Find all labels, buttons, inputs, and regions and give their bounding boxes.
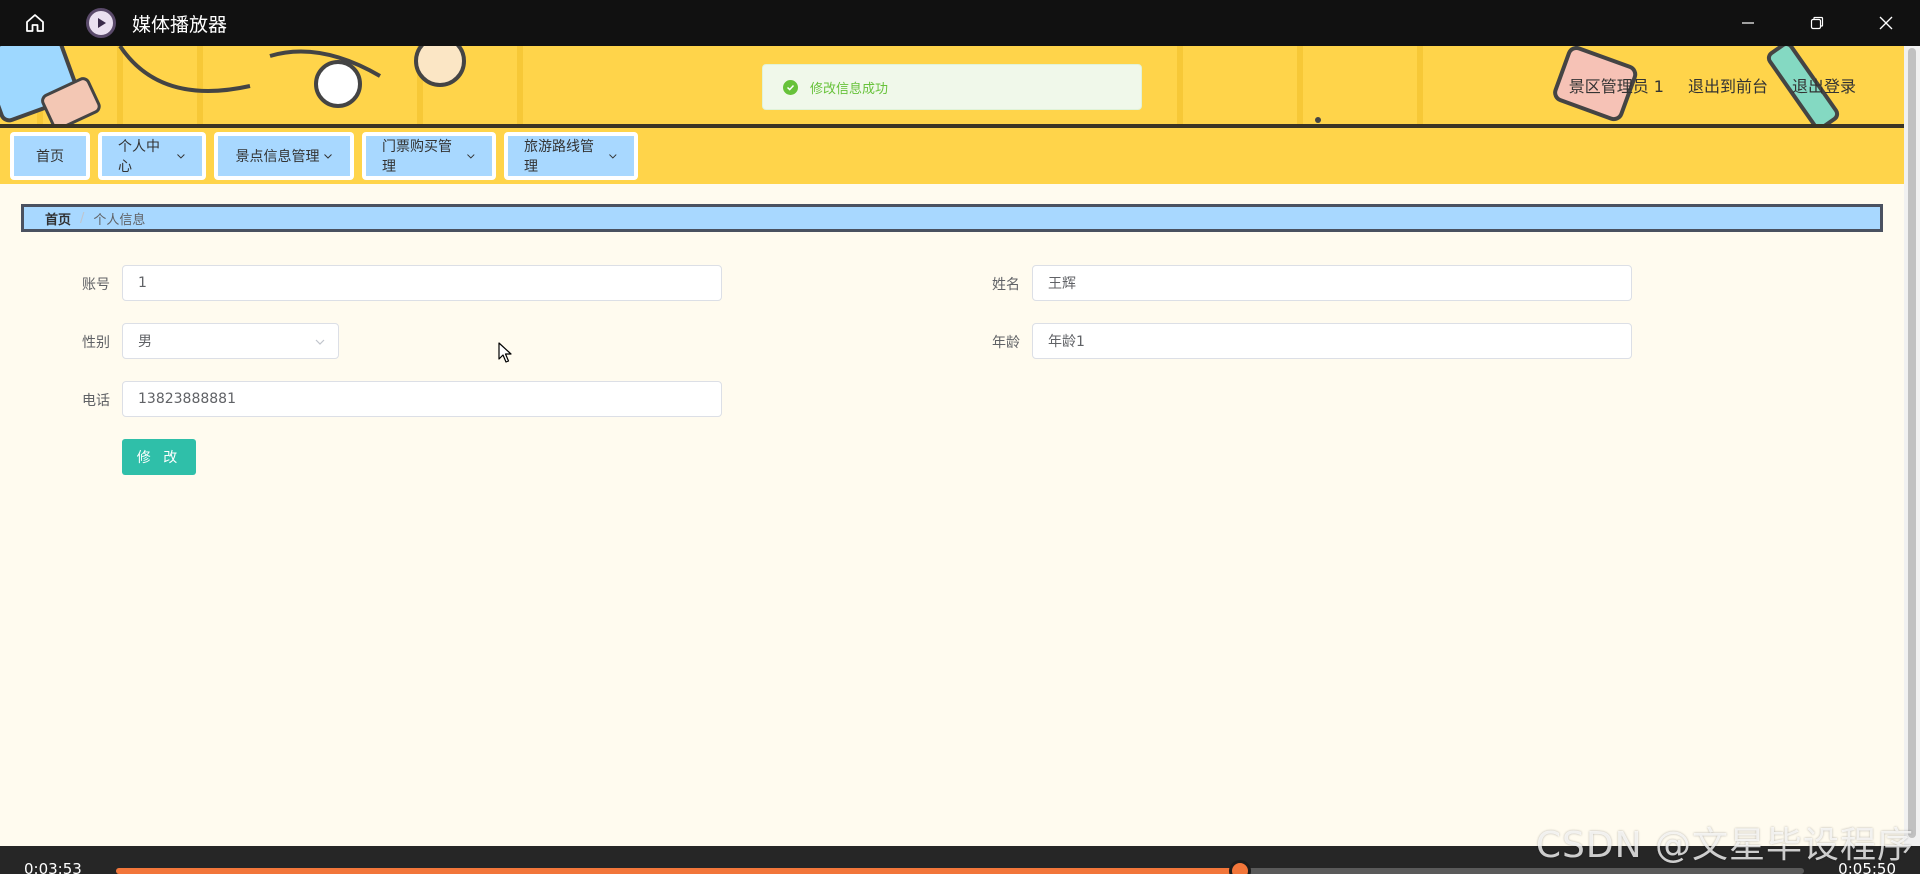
nav-item-personal-center[interactable]: 个人中心: [98, 132, 206, 180]
account-field[interactable]: 1: [122, 265, 722, 301]
nav-item-label: 景点信息管理: [235, 149, 320, 165]
success-toast: 修改信息成功: [762, 64, 1142, 110]
name-value: 王辉: [1048, 276, 1076, 292]
chevron-down-icon: [315, 339, 325, 345]
window-titlebar: 媒体播放器: [0, 0, 1920, 46]
csdn-watermark: CSDN @文星毕设程序: [1535, 825, 1914, 866]
chevron-down-icon: [177, 154, 185, 159]
back-to-front-link[interactable]: 退出到前台: [1688, 73, 1768, 97]
home-icon: [26, 14, 44, 32]
restore-icon: [1810, 16, 1823, 30]
age-value: 年龄1: [1048, 334, 1085, 350]
nav-item-label: 门票购买管理: [382, 139, 452, 175]
close-button[interactable]: [1851, 0, 1920, 46]
current-time: 0:03:53: [24, 860, 82, 874]
nav-item-ticket-management[interactable]: 门票购买管理: [362, 132, 496, 180]
progress-fill: [116, 868, 1241, 874]
close-icon: [1879, 16, 1892, 30]
gender-value: 男: [138, 334, 152, 350]
breadcrumb-current: 个人信息: [93, 212, 146, 228]
home-button[interactable]: [0, 0, 70, 46]
minimize-button[interactable]: [1713, 0, 1782, 46]
user-role-label: 景区管理员 1: [1568, 77, 1664, 96]
account-label: 账号: [82, 277, 110, 293]
gender-label: 性别: [82, 335, 110, 351]
scrollbar-thumb[interactable]: [1908, 48, 1916, 838]
name-field[interactable]: 王辉: [1032, 265, 1632, 301]
phone-field[interactable]: 13823888881: [122, 381, 722, 417]
nav-item-home[interactable]: 首页: [10, 132, 90, 180]
breadcrumb-separator: /: [80, 210, 85, 226]
account-value: 1: [138, 275, 147, 291]
success-check-icon: [783, 79, 798, 95]
phone-label: 电话: [82, 393, 110, 409]
toast-message: 修改信息成功: [810, 81, 889, 97]
chevron-down-icon: [323, 154, 332, 159]
age-label: 年龄: [992, 335, 1020, 351]
chevron-down-icon: [609, 154, 617, 159]
restore-button[interactable]: [1782, 0, 1851, 46]
nav-item-attraction-management[interactable]: 景点信息管理: [214, 132, 354, 180]
vertical-scrollbar[interactable]: [1904, 46, 1920, 846]
logout-link[interactable]: 退出登录: [1792, 73, 1856, 97]
nav-item-label: 首页: [36, 149, 64, 165]
submit-button[interactable]: 修 改: [122, 439, 196, 475]
breadcrumb: 首页 / 个人信息: [21, 204, 1883, 232]
progress-handle[interactable]: [1229, 860, 1252, 874]
gender-select[interactable]: 男: [122, 323, 339, 359]
phone-value: 13823888881: [138, 391, 236, 407]
progress-track[interactable]: [116, 860, 1804, 874]
name-label: 姓名: [992, 277, 1020, 293]
play-icon: [86, 8, 116, 38]
chevron-down-icon: [467, 154, 475, 159]
mouse-cursor-icon: [498, 342, 512, 363]
nav-item-route-management[interactable]: 旅游路线管理: [504, 132, 638, 180]
window-title: 媒体播放器: [132, 13, 228, 36]
nav-item-label: 旅游路线管理: [524, 139, 594, 175]
nav-item-label: 个人中心: [118, 139, 160, 175]
breadcrumb-home[interactable]: 首页: [45, 209, 71, 228]
age-field[interactable]: 年龄1: [1032, 323, 1632, 359]
main-nav: 首页 个人中心 景点信息管理 门票购买管理 旅游路线管理: [0, 124, 1904, 184]
minimize-icon: [1741, 22, 1754, 24]
